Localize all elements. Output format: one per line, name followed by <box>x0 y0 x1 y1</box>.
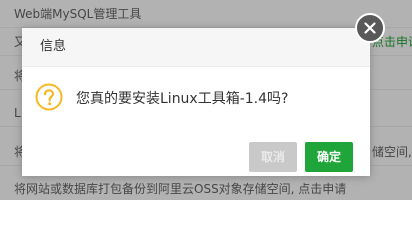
app-viewport: Web端MySQL管理工具 又 点击申请 将 L 将 储空间,点 将网站或数据库… <box>0 0 412 200</box>
dialog-message: 您真的要安装Linux工具箱-1.4吗? <box>76 91 289 107</box>
dialog-header: 信息 <box>22 28 370 67</box>
question-circle-icon <box>35 83 63 111</box>
cancel-button[interactable]: 取消 <box>249 142 297 172</box>
confirm-dialog: 信息 您真的要安装Linux工具箱-1.4吗? 取消 确定 <box>22 28 370 176</box>
close-button[interactable] <box>355 13 385 43</box>
close-icon <box>364 22 376 34</box>
confirm-button[interactable]: 确定 <box>305 142 353 172</box>
dialog-title: 信息 <box>40 39 67 54</box>
